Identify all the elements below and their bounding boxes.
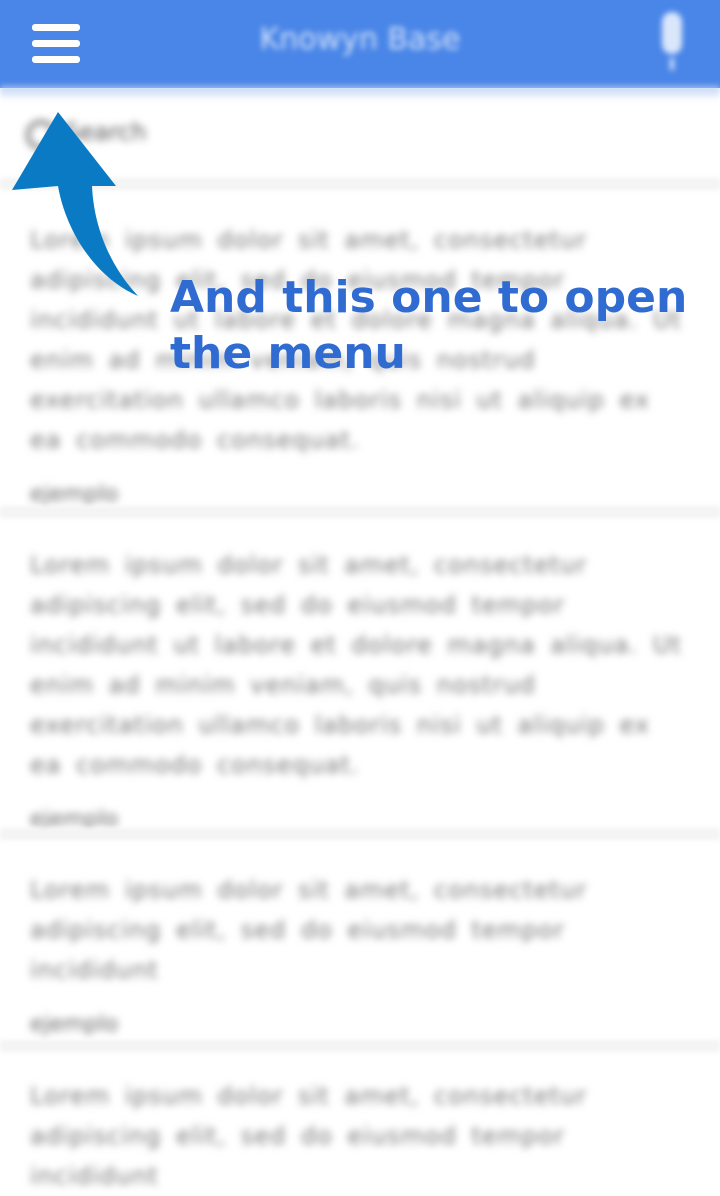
divider <box>0 506 720 518</box>
post-tag[interactable]: ejemplo <box>30 1012 690 1037</box>
post-text: Lorem ipsum dolor sit amet, consectetur … <box>30 1082 588 1190</box>
post-card[interactable]: Lorem ipsum dolor sit amet, consectetur … <box>30 870 690 1037</box>
annotation-text: And this one to open the menu <box>170 272 688 379</box>
microphone-icon[interactable] <box>650 8 694 74</box>
post-text: Lorem ipsum dolor sit amet, consectetur … <box>30 876 588 984</box>
app-bar: Knowyn Base <box>0 0 720 88</box>
post-tag[interactable]: ejemplo <box>30 482 690 507</box>
post-card[interactable]: Lorem ipsum dolor sit amet, consectetur … <box>30 1076 690 1196</box>
app-title: Knowyn Base <box>259 22 461 57</box>
curved-arrow-icon <box>12 112 138 296</box>
appbar-shadow <box>0 86 720 100</box>
post-text: Lorem ipsum dolor sit amet, consectetur … <box>30 551 682 779</box>
post-card[interactable]: Lorem ipsum dolor sit amet, consectetur … <box>30 545 690 832</box>
divider <box>0 828 720 840</box>
menu-bar-line <box>32 56 80 63</box>
divider <box>0 1040 720 1052</box>
